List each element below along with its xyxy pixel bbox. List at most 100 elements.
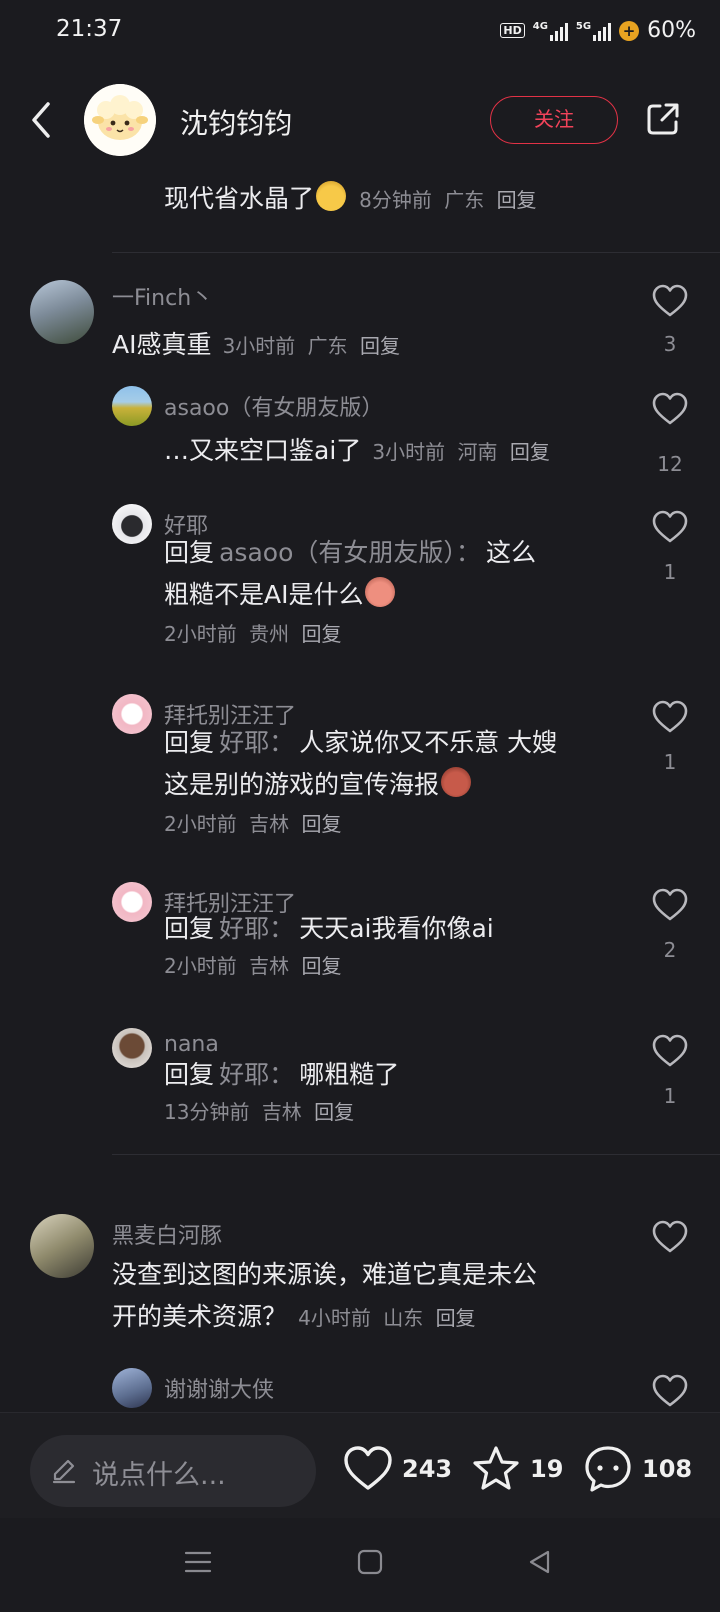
reply-to-user[interactable]: asaoo（有女朋友版）：	[219, 538, 481, 567]
comment-time: 2小时前	[164, 622, 237, 646]
heart-icon[interactable]	[652, 284, 688, 318]
comment-location: 吉林	[249, 812, 290, 836]
avatar[interactable]	[112, 1368, 152, 1408]
comment-placeholder: 说点什么...	[92, 1460, 226, 1491]
follow-button[interactable]: 关注	[490, 96, 618, 144]
like-count: 12	[657, 452, 683, 476]
reply-prefix: 回复	[164, 1060, 215, 1089]
avatar[interactable]	[30, 1214, 94, 1278]
avatar[interactable]	[112, 694, 152, 734]
reply-username[interactable]: 谢谢谢大侠	[164, 1372, 274, 1404]
post-header: 沈钧钧钧 关注	[0, 76, 720, 166]
reply-link[interactable]: 回复	[301, 954, 341, 978]
avatar[interactable]	[112, 1028, 152, 1068]
author-name[interactable]: 沈钧钧钧	[180, 102, 292, 142]
reply-link[interactable]: 回复	[497, 188, 537, 212]
like-total: 243	[402, 1455, 453, 1483]
heart-icon[interactable]	[652, 510, 688, 544]
comment-text: AI感真重	[112, 330, 212, 359]
reply-link[interactable]: 回复	[301, 622, 341, 646]
signal-4g-icon: 4G	[533, 21, 568, 41]
comment-time: 3小时前	[222, 334, 296, 358]
heart-icon[interactable]	[652, 1034, 688, 1068]
reply-prefix: 回复	[164, 538, 215, 567]
comment-body: 没查到这图的来源诶，难道它真是未公 开的美术资源？ 4小时前 山东 回复	[112, 1254, 537, 1338]
back-triangle-icon[interactable]	[526, 1548, 554, 1576]
angry-emoji-icon	[441, 767, 472, 797]
comment-location: 广东	[444, 188, 485, 212]
reply-text: 天天ai我看你像ai	[299, 914, 494, 943]
comment-username[interactable]: 一Finch丶	[112, 280, 213, 312]
divider	[112, 252, 720, 253]
reply-link[interactable]: 回复	[436, 1306, 476, 1330]
reply-link[interactable]: 回复	[301, 812, 341, 836]
comment-location: 山东	[383, 1306, 424, 1330]
reply-text: 哪粗糙了	[299, 1060, 400, 1089]
comment-time: 2小时前	[164, 812, 237, 836]
reply-text: …又来空口鉴ai了	[164, 436, 362, 465]
menu-icon[interactable]	[184, 1548, 212, 1576]
comment-text: 开的美术资源？	[112, 1302, 288, 1331]
favorite-button[interactable]: 19	[470, 1439, 563, 1499]
sheep-avatar-icon	[84, 84, 156, 156]
heart-icon[interactable]	[652, 392, 688, 426]
comment-total: 108	[642, 1455, 693, 1483]
comment-input[interactable]: 说点什么...	[30, 1435, 316, 1507]
reply-prefix: 回复	[164, 728, 215, 757]
pineapple-emoji-icon	[316, 181, 347, 211]
like-count: 1	[663, 560, 677, 584]
reply-text: 人家说你又不乐意 大嫂	[299, 728, 558, 757]
reply-link[interactable]: 回复	[314, 1100, 354, 1124]
heart-icon	[344, 1446, 392, 1490]
reply-to-user[interactable]: 好耶：	[219, 728, 294, 757]
heart-icon[interactable]	[652, 888, 688, 922]
comment-list[interactable]: 现代省水晶了 8分钟前 广东 回复 一Finch丶 AI感真重 3小时前 广东 …	[0, 168, 720, 1412]
reply-prefix: 回复	[164, 914, 215, 943]
avatar[interactable]	[112, 882, 152, 922]
like-count: 3	[663, 332, 677, 356]
share-icon[interactable]	[644, 100, 682, 138]
avatar[interactable]	[112, 504, 152, 544]
status-indicators: HD 4G 5G + 60%	[500, 18, 696, 43]
author-avatar[interactable]	[84, 84, 156, 156]
reply-link[interactable]: 回复	[510, 440, 550, 464]
comment-time: 13分钟前	[164, 1100, 250, 1124]
star-total: 19	[530, 1455, 564, 1483]
divider	[112, 1154, 720, 1155]
reply-to-user[interactable]: 好耶：	[219, 1060, 294, 1089]
comment-location: 吉林	[261, 1100, 302, 1124]
comment-location: 广东	[307, 334, 348, 358]
reply-body: 回复 好耶： 人家说你又不乐意 大嫂 这是别的游戏的宣传海报 2小时前 吉林 回…	[164, 722, 557, 837]
clock: 21:37	[56, 16, 123, 42]
star-icon	[473, 1446, 519, 1490]
crying-emoji-icon	[365, 577, 396, 607]
avatar[interactable]	[30, 280, 94, 344]
reply-link[interactable]: 回复	[360, 334, 400, 358]
system-nav-bar	[0, 1518, 720, 1612]
reply-to-user[interactable]: 好耶：	[219, 914, 294, 943]
comment-time: 4小时前	[298, 1306, 371, 1330]
status-bar: 21:37 HD 4G 5G + 60%	[0, 0, 720, 66]
comment-body: AI感真重 3小时前 广东 回复	[112, 324, 406, 366]
reply-body: 回复 asaoo（有女朋友版）： 这么 粗糙不是AI是什么 2小时前 贵州 回复	[164, 532, 536, 647]
heart-icon[interactable]	[652, 1374, 688, 1408]
home-icon[interactable]	[356, 1548, 384, 1576]
like-button[interactable]: 243	[342, 1439, 452, 1499]
reply-username[interactable]: asaoo（有女朋友版）	[164, 390, 383, 422]
heart-icon[interactable]	[652, 700, 688, 734]
comment-time: 2小时前	[164, 954, 237, 978]
avatar[interactable]	[112, 386, 152, 426]
reply-body: …又来空口鉴ai了 3小时前 河南 回复	[164, 430, 556, 472]
comment-location: 贵州	[249, 622, 290, 646]
pen-icon	[52, 1459, 76, 1484]
hd-badge: HD	[500, 23, 525, 38]
battery-level: 60%	[647, 18, 696, 43]
chevron-left-icon[interactable]	[26, 98, 56, 142]
reply-body: 回复 好耶： 天天ai我看你像ai 2小时前 吉林 回复	[164, 908, 494, 979]
reply-text: 这么	[485, 538, 536, 567]
heart-icon[interactable]	[652, 1220, 688, 1254]
comment-username[interactable]: 黑麦白河豚	[112, 1218, 222, 1250]
comments-button[interactable]: 108	[582, 1439, 692, 1499]
comment-text: 没查到这图的来源诶，难道它真是未公	[112, 1260, 538, 1289]
comment-time: 8分钟前	[359, 188, 432, 212]
